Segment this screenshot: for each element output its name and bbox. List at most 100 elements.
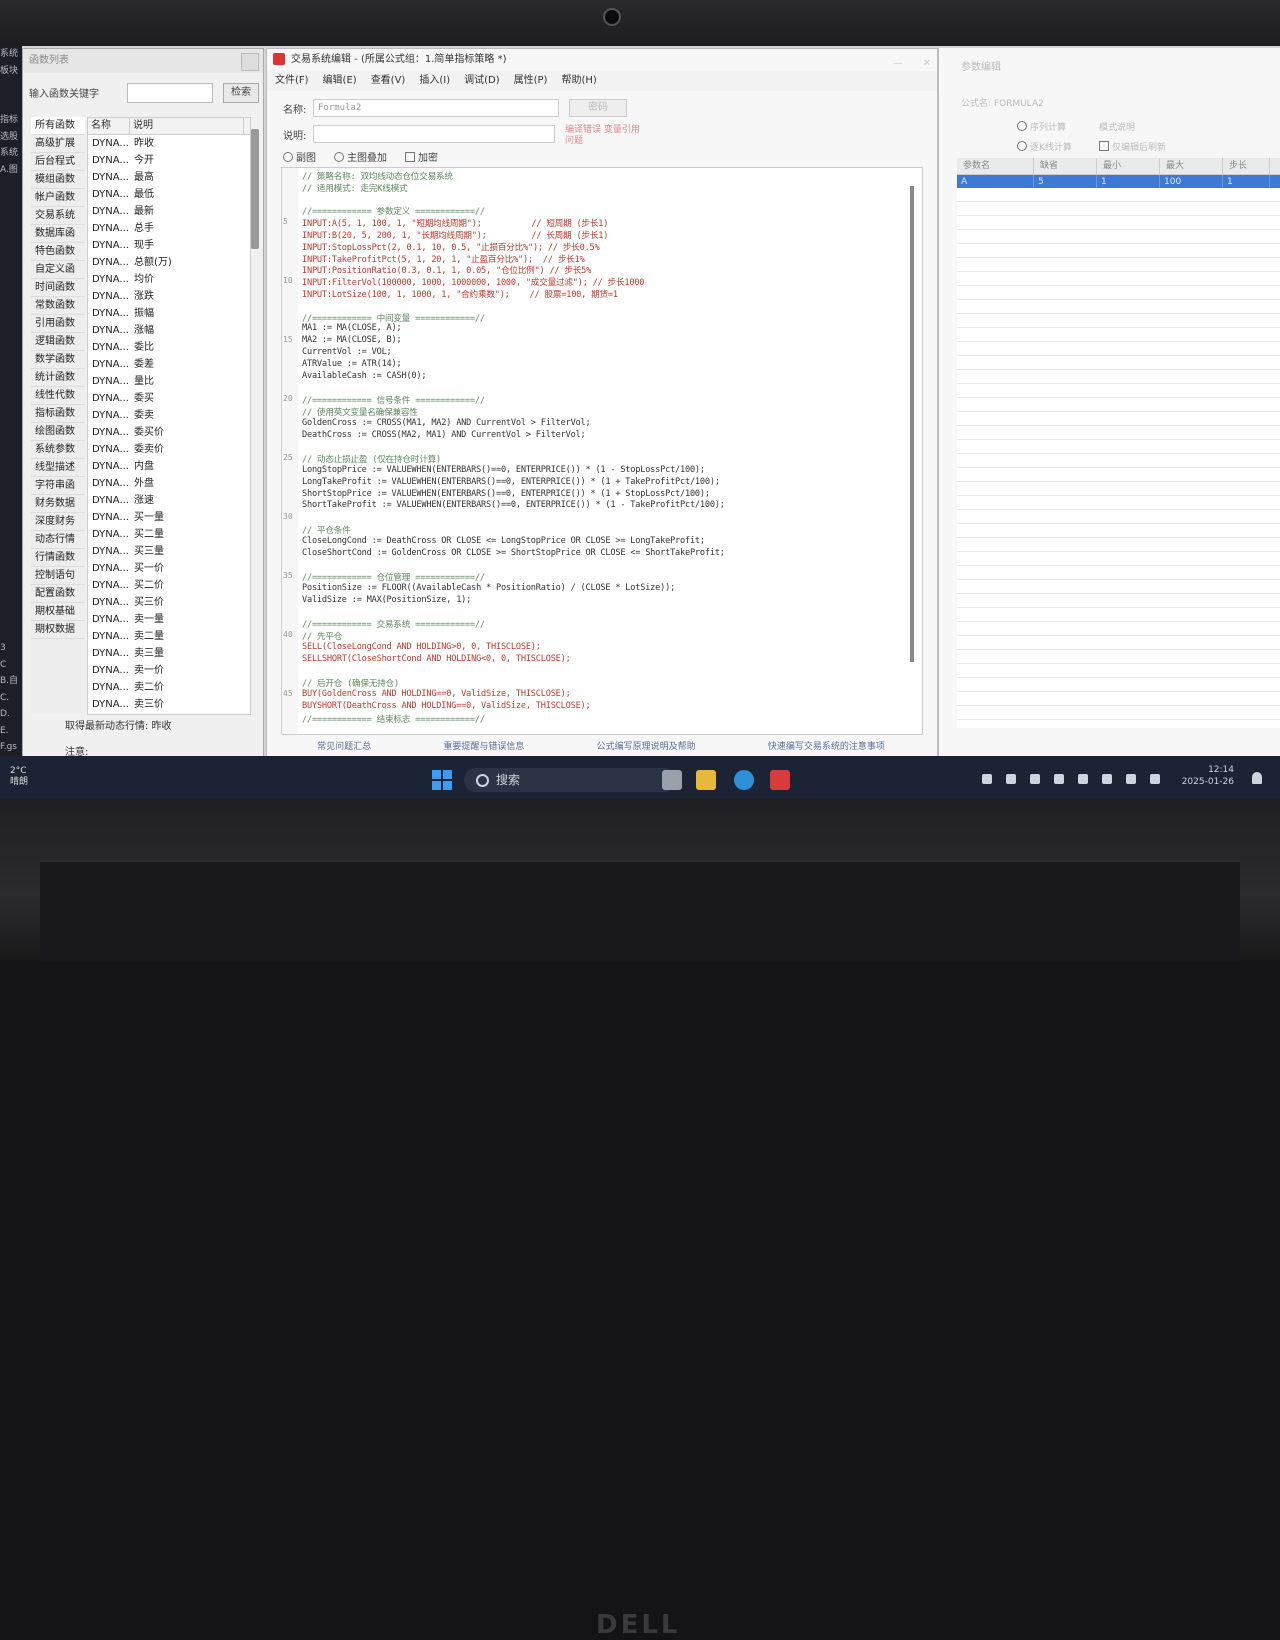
table-row[interactable]: DYNA... 量比 [88,373,250,390]
table-row[interactable]: DYNA... 涨幅 [88,322,250,339]
category-item[interactable]: 交易系统 [31,207,85,225]
table-row[interactable]: DYNA... 均价 [88,271,250,288]
weather-widget[interactable]: 2°C 晴朗 [10,766,28,788]
table-row[interactable]: DYNA... 内盘 [88,458,250,475]
option-subchart[interactable]: 副图 [283,149,316,164]
column-header[interactable]: 最小 [1097,158,1160,174]
menu-item[interactable]: 查看(V) [371,71,406,91]
menu-item[interactable]: 调试(D) [464,71,500,91]
table-row[interactable]: DYNA... 委卖价 [88,441,250,458]
table-row[interactable]: DYNA... 卖一量 [88,611,250,628]
table-row[interactable]: DYNA... 买二价 [88,577,250,594]
minimize-icon[interactable]: — [893,53,903,75]
column-header-desc[interactable]: 说明 [130,118,244,134]
help-link[interactable]: 快速编写交易系统的注意事项 [768,739,885,755]
table-row[interactable]: DYNA... 现手 [88,237,250,254]
table-cell[interactable]: 1 [1223,175,1270,189]
table-row[interactable]: DYNA... 振幅 [88,305,250,322]
table-row[interactable]: DYNA... 委买 [88,390,250,407]
option-encrypt[interactable]: 加密 [405,149,438,164]
table-row[interactable]: DYNA... 买一价 [88,560,250,577]
category-item[interactable]: 指标函数 [31,405,85,423]
language-icon[interactable] [1078,774,1088,784]
table-row[interactable]: DYNA... 总手 [88,220,250,237]
category-item[interactable]: 高级扩展 [31,135,85,153]
category-item[interactable]: 引用函数 [31,315,85,333]
volume-icon[interactable] [1126,774,1136,784]
option-refresh-after-edit[interactable]: 仅编辑后刷新 [1099,140,1166,153]
tray-app-icon[interactable] [1054,774,1064,784]
tray-app-icon[interactable] [1030,774,1040,784]
table-row[interactable]: DYNA... 买三量 [88,543,250,560]
table-row[interactable]: DYNA... 最新 [88,203,250,220]
table-row[interactable]: DYNA... 最低 [88,186,250,203]
table-row[interactable]: DYNA... 最高 [88,169,250,186]
table-row[interactable]: DYNA... 卖二价 [88,679,250,696]
category-item[interactable]: 数学函数 [31,351,85,369]
category-item[interactable]: 期权基础 [31,603,85,621]
notification-bell-icon[interactable] [1252,772,1262,784]
table-row[interactable]: DYNA... 委差 [88,356,250,373]
category-item[interactable]: 字符串函 [31,477,85,495]
task-view-icon[interactable] [662,770,682,790]
option-series-calc[interactable]: 序列计算 [1017,120,1066,133]
table-row[interactable]: DYNA... 总额(万) [88,254,250,271]
option-bar-calc[interactable]: 逐K线计算 [1017,140,1072,153]
menu-item[interactable]: 插入(I) [419,71,450,91]
column-header[interactable]: 最大 [1160,158,1223,174]
category-item[interactable]: 常数函数 [31,297,85,315]
category-item[interactable]: 绘图函数 [31,423,85,441]
scrollbar[interactable] [251,129,259,249]
table-row[interactable]: DYNA... 买一量 [88,509,250,526]
category-item[interactable]: 财务数据 [31,495,85,513]
help-link[interactable]: 重要提醒与错误信息 [443,739,524,755]
close-icon[interactable] [241,53,259,71]
taskbar-search[interactable]: 搜索 [464,768,676,792]
table-cell[interactable]: 1 [1097,175,1160,189]
menu-item[interactable]: 编辑(E) [323,71,357,91]
category-item[interactable]: 后台程式 [31,153,85,171]
edge-browser-icon[interactable] [734,770,754,790]
table-row[interactable]: DYNA... 涨跌 [88,288,250,305]
menu-item[interactable]: 文件(F) [275,71,309,91]
password-button[interactable]: 密码 [569,99,627,117]
column-header[interactable]: 参数名 [957,158,1034,174]
table-row[interactable]: DYNA... 卖三量 [88,645,250,662]
close-icon[interactable]: ✕ [923,53,931,75]
table-row[interactable]: DYNA... 涨速 [88,492,250,509]
table-row[interactable]: DYNA... 昨收 [88,135,250,152]
column-header[interactable]: 缺省 [1034,158,1097,174]
category-item[interactable]: 时间函数 [31,279,85,297]
table-cell[interactable]: 100 [1160,175,1223,189]
category-item[interactable]: 所有函数 [31,117,85,135]
table-row[interactable]: DYNA... 委卖 [88,407,250,424]
table-row[interactable]: DYNA... 外盘 [88,475,250,492]
battery-icon[interactable] [1150,774,1160,784]
start-icon[interactable] [432,770,452,790]
chevron-up-icon[interactable] [982,774,992,784]
table-row[interactable]: DYNA... 卖一价 [88,662,250,679]
category-item[interactable]: 统计函数 [31,369,85,387]
table-row[interactable]: DYNA... 委买价 [88,424,250,441]
file-explorer-icon[interactable] [696,770,716,790]
table-row[interactable]: DYNA... 卖三价 [88,696,250,713]
menu-item[interactable]: 属性(P) [514,71,548,91]
trading-app-icon[interactable] [770,770,790,790]
column-header-name[interactable]: 名称 [88,118,130,134]
table-row[interactable]: DYNA... 委比 [88,339,250,356]
clock[interactable]: 12:14 2025-01-26 [1182,764,1234,788]
category-item[interactable]: 控制语句 [31,567,85,585]
table-row[interactable]: DYNA... 买二量 [88,526,250,543]
description-input[interactable] [313,125,555,143]
category-item[interactable]: 帐户函数 [31,189,85,207]
function-search-input[interactable] [127,83,213,103]
wifi-icon[interactable] [1102,774,1112,784]
table-row[interactable]: DYNA... 今开 [88,152,250,169]
table-row[interactable]: DYNA... 卖二量 [88,628,250,645]
table-cell[interactable]: A [957,175,1034,189]
category-item[interactable]: 系统参数 [31,441,85,459]
category-item[interactable]: 深度财务 [31,513,85,531]
search-button[interactable]: 检索 [223,83,259,103]
code-scrollbar[interactable] [910,186,914,662]
category-item[interactable]: 模组函数 [31,171,85,189]
